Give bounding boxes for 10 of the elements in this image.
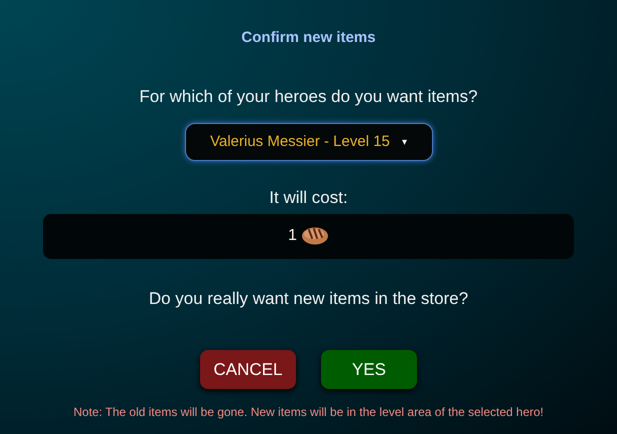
hero-question: For which of your heroes do you want items? xyxy=(139,86,478,108)
bread-icon xyxy=(300,226,329,246)
cost-label: It will cost: xyxy=(269,187,348,209)
cost-amount: 1 xyxy=(288,226,297,246)
hero-select[interactable]: Valerius Messier - Level 15 ▾ xyxy=(184,123,432,161)
yes-button[interactable]: YES xyxy=(321,350,417,389)
dialog-title: Confirm new items xyxy=(241,28,376,48)
confirm-question: Do you really want new items in the store? xyxy=(148,288,468,310)
note-text: Note: The old items will be gone. New items will be in the level area of the selected hero! xyxy=(73,404,544,421)
cancel-button[interactable]: CANCEL xyxy=(200,350,296,389)
